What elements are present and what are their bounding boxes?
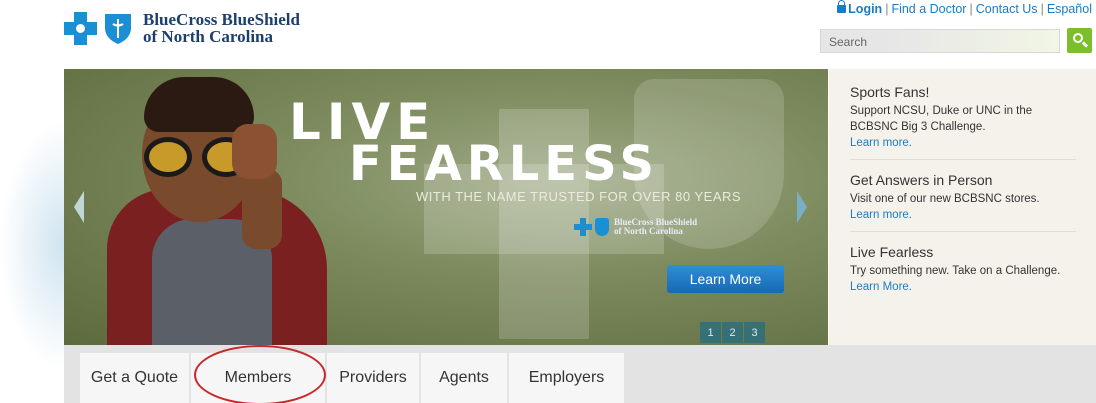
utility-links: Login | Find a Doctor | Contact Us | Español [837,0,1092,16]
login-link[interactable]: Login [848,2,882,16]
espanol-link[interactable]: Español [1047,2,1092,16]
promo-item: Sports Fans! Support NCSU, Duke or UNC i… [850,84,1076,160]
find-a-doctor-link[interactable]: Find a Doctor [891,2,966,16]
promo-item: Get Answers in Person Visit one of our n… [850,172,1076,232]
promo-title: Get Answers in Person [850,172,993,188]
decorative-swoosh [0,120,70,370]
hero-headline-fearless: FEARLESS [349,136,660,192]
tab-get-a-quote[interactable]: Get a Quote [80,353,189,403]
carousel-pager: 1 2 3 [700,322,765,343]
logo-line-2: of North Carolina [143,27,274,46]
hero-tagline: WITH THE NAME TRUSTED FOR OVER 80 YEARS [416,189,742,204]
search-icon [1073,33,1083,43]
logo-line-1: BlueCross BlueShield [143,10,300,29]
blue-cross-icon [64,11,97,45]
tab-providers[interactable]: Providers [327,353,419,403]
promo-learn-more-link[interactable]: Learn more. [850,207,1076,223]
lock-icon [837,0,847,13]
tab-members[interactable]: Members [191,353,325,403]
carousel-page-3[interactable]: 3 [744,322,765,343]
blue-shield-icon [595,218,609,236]
contact-us-link[interactable]: Contact Us [976,2,1038,16]
main-nav: Get a Quote Members Providers Agents Emp… [64,345,1096,403]
promo-body: Try something new. Take on a Challenge. [850,265,1061,277]
promo-panel: Sports Fans! Support NCSU, Duke or UNC i… [829,69,1096,345]
hero-banner[interactable]: LIVE FEARLESS WITH THE NAME TRUSTED FOR … [64,69,828,345]
carousel-next-icon[interactable] [797,191,807,223]
promo-body: Support NCSU, Duke or UNC in the BCBSNC … [850,105,1033,133]
carousel-page-1[interactable]: 1 [700,322,721,343]
search-input[interactable]: Search [820,29,1060,53]
blue-shield-icon [105,13,131,44]
promo-title: Live Fearless [850,244,934,260]
promo-body: Visit one of our new BCBSNC stores. [850,193,1040,205]
search-button[interactable] [1067,28,1092,53]
blue-cross-icon [574,218,592,236]
carousel-page-2[interactable]: 2 [722,322,743,343]
tab-employers[interactable]: Employers [509,353,624,403]
carousel-prev-icon[interactable] [74,191,84,223]
promo-learn-more-link[interactable]: Learn more. [850,135,1076,151]
promo-title: Sports Fans! [850,84,930,100]
learn-more-button[interactable]: Learn More [667,265,784,293]
bcbsnc-logo[interactable]: BlueCross BlueShield of North Carolina [64,8,300,48]
promo-learn-more-link[interactable]: Learn More. [850,279,1076,295]
tab-agents[interactable]: Agents [421,353,507,403]
promo-item: Live Fearless Try something new. Take on… [850,244,1076,303]
hero-logo: BlueCross BlueShield of North Carolina [574,218,697,236]
